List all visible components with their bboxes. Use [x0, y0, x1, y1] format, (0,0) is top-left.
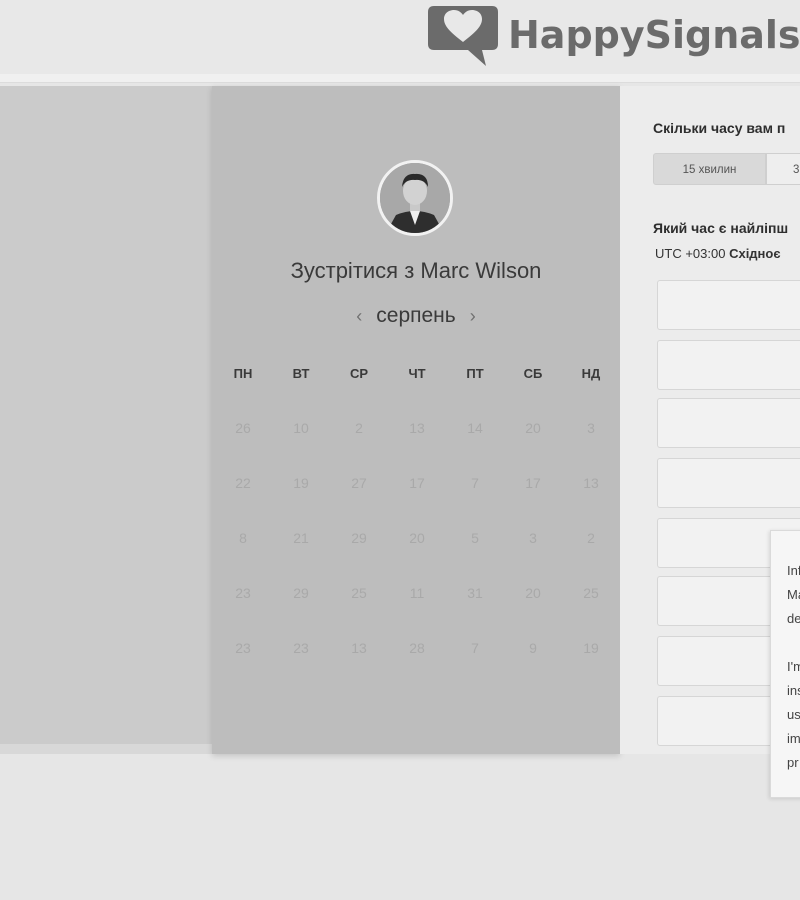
calendar-day: 19 — [293, 475, 309, 491]
timezone-name: Східноє — [729, 246, 781, 261]
calendar-day: 14 — [467, 420, 483, 436]
time-slot[interactable] — [657, 340, 800, 390]
host-avatar — [377, 160, 453, 236]
duration-option-30[interactable]: 3 — [766, 153, 800, 185]
duration-option-15[interactable]: 15 хвилин — [653, 153, 766, 185]
duration-question: Скільки часу вам п — [653, 120, 786, 136]
calendar-day: 28 — [409, 640, 425, 656]
chevron-left-icon[interactable]: ‹ — [356, 306, 362, 327]
duration-selector: 15 хвилин 3 — [653, 153, 800, 185]
calendar-day: 23 — [235, 585, 251, 601]
popup-text-line: ins — [787, 683, 800, 698]
weekday-label: СР — [349, 366, 369, 381]
calendar-day: 23 — [235, 640, 251, 656]
heart-chat-icon — [428, 6, 498, 66]
chevron-right-icon[interactable]: › — [470, 306, 476, 327]
info-popup: Inf Ma de I'm ins us im pr — [770, 530, 800, 798]
calendar-week: 22 19 27 17 7 17 13 — [214, 474, 620, 529]
month-label: серпень — [376, 304, 456, 327]
brand-name: HappySignals — [508, 13, 800, 57]
calendar-day: 7 — [471, 640, 479, 656]
calendar-day: 13 — [409, 420, 425, 436]
calendar-day: 13 — [583, 475, 599, 491]
person-avatar-icon — [380, 163, 450, 233]
calendar-week: 26 10 2 13 14 20 3 — [214, 419, 620, 474]
calendar-day: 22 — [235, 475, 251, 491]
calendar-day: 27 — [351, 475, 367, 491]
calendar-day: 20 — [525, 585, 541, 601]
weekday-label: ПТ — [466, 366, 484, 381]
weekday-label: СБ — [523, 366, 543, 381]
calendar-day: 23 — [293, 640, 309, 656]
weekday-label: НД — [581, 366, 601, 381]
calendar-day: 13 — [351, 640, 367, 656]
calendar-day: 17 — [525, 475, 541, 491]
calendar-day: 25 — [351, 585, 367, 601]
calendar-day: 2 — [355, 420, 363, 436]
weekday-header: ПН ВТ СР ЧТ ПТ СБ НД — [212, 366, 620, 381]
left-panel — [0, 86, 212, 744]
time-slot[interactable] — [657, 398, 800, 448]
calendar-day: 19 — [583, 640, 599, 656]
calendar-day: 25 — [583, 585, 599, 601]
left-panel-footer — [0, 744, 212, 754]
calendar-panel: Зустрітися з Marc Wilson ‹ серпень › ПН … — [212, 86, 620, 754]
header-divider — [0, 74, 800, 83]
calendar-week: 8 21 29 20 5 3 2 — [214, 529, 620, 584]
time-slot[interactable] — [657, 280, 800, 330]
weekday-label: ВТ — [292, 366, 310, 381]
time-slot[interactable] — [657, 458, 800, 508]
calendar-day: 17 — [409, 475, 425, 491]
calendar-day: 8 — [239, 530, 247, 546]
calendar-day: 5 — [471, 530, 479, 546]
weekday-label: ЧТ — [408, 366, 426, 381]
popup-text-line: us — [787, 707, 800, 722]
calendar-day: 10 — [293, 420, 309, 436]
calendar-day: 29 — [351, 530, 367, 546]
calendar-day: 9 — [529, 640, 537, 656]
brand-logo[interactable]: HappySignals — [426, 0, 800, 70]
calendar-day: 20 — [525, 420, 541, 436]
calendar-day: 7 — [471, 475, 479, 491]
timezone-selector[interactable]: UTC +03:00 Східноє — [655, 246, 781, 261]
popup-text-line: im — [787, 731, 800, 746]
popup-text-line: Inf — [787, 563, 800, 578]
time-question: Який час є найліпш — [653, 220, 789, 236]
calendar-day: 2 — [587, 530, 595, 546]
popup-text-line: Ma — [787, 587, 800, 602]
timezone-offset: UTC +03:00 — [655, 246, 726, 261]
weekday-label: ПН — [233, 366, 253, 381]
calendar-day: 29 — [293, 585, 309, 601]
calendar-day: 21 — [293, 530, 309, 546]
calendar-day: 11 — [409, 585, 425, 601]
calendar-week: 23 29 25 11 31 20 25 — [214, 584, 620, 639]
calendar-day: 3 — [587, 420, 595, 436]
month-navigator: ‹ серпень › — [212, 304, 620, 328]
popup-text-line: I'm — [787, 659, 800, 674]
calendar-grid: 26 10 2 13 14 20 3 22 19 27 17 7 17 13 8… — [214, 419, 620, 694]
calendar-day: 3 — [529, 530, 537, 546]
popup-text-line: de — [787, 611, 800, 626]
calendar-day: 31 — [467, 585, 483, 601]
popup-text-line: pr — [787, 755, 799, 770]
calendar-day: 20 — [409, 530, 425, 546]
meeting-title: Зустрітися з Marc Wilson — [290, 258, 542, 283]
calendar-week: 23 23 13 28 7 9 19 — [214, 639, 620, 694]
calendar-day: 26 — [235, 420, 251, 436]
